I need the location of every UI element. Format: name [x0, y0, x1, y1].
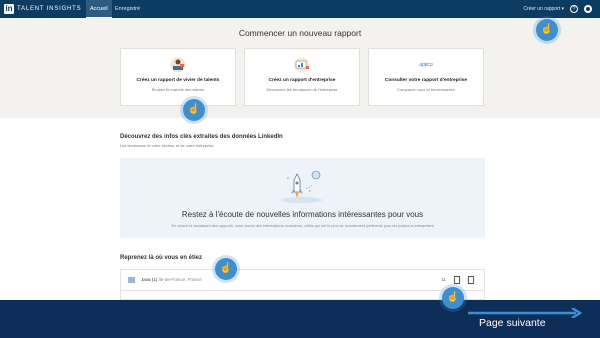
company-report-illustration-icon: [291, 57, 313, 73]
resume-section-title: Reprenez là où vous en étiez: [120, 255, 203, 261]
banner-description: En créant et visualisant des rapports, v…: [171, 224, 434, 228]
create-report-menu[interactable]: Créer un rapport ▾: [523, 0, 564, 18]
hand-pointer-icon: ☝: [183, 99, 205, 121]
help-icon[interactable]: ?: [570, 5, 578, 13]
hand-pointer-icon: ☝: [536, 19, 558, 41]
recent-report-label: Java (1) Île-de-France, France: [141, 277, 202, 282]
card-title: Créez un rapport de vivier de talents: [136, 78, 220, 83]
gear-icon[interactable]: [584, 5, 592, 13]
section-subtitle: Les tendances et votre secteur et de vot…: [120, 143, 214, 148]
recent-report-name: Java (1): [141, 277, 158, 282]
recent-report-count: 11: [441, 277, 446, 282]
card-subtitle: Étudiez le marché des talents: [151, 87, 205, 92]
uptico-brand-text: uptico: [419, 62, 433, 68]
insights-section: Découvrez des infos clés extraites des d…: [0, 118, 600, 300]
talent-pool-report-card[interactable]: Créez un rapport de vivier de talents Ét…: [120, 48, 236, 106]
card-title: Consulter votre rapport d'entreprise: [384, 78, 468, 83]
hand-pointer-icon: ☝: [442, 287, 464, 309]
company-report-card[interactable]: Créez un rapport d'entreprise Découvrez …: [244, 48, 360, 106]
next-page-button[interactable]: Page suivante: [479, 317, 546, 329]
bookmark-icon[interactable]: [454, 276, 460, 284]
top-navigation-bar: in TALENT INSIGHTS Accueil Enregistré Cr…: [0, 0, 600, 18]
insights-banner: Restez à l'écoute de nouvelles informati…: [120, 158, 485, 238]
banner-title: Restez à l'écoute de nouvelles informati…: [181, 210, 424, 219]
report-icon: [128, 277, 135, 283]
new-report-section: Commencer un nouveau rapport Créez un ra…: [0, 18, 600, 118]
page-title: Commencer un nouveau rapport: [238, 28, 362, 38]
card-title: Créez un rapport d'entreprise: [268, 78, 336, 83]
company-report-view-card[interactable]: uptico Consulter votre rapport d'entrepr…: [368, 48, 484, 106]
talent-insights-logo[interactable]: in TALENT INSIGHTS: [4, 4, 81, 14]
recent-report-row[interactable]: Java (1) Île-de-France, France 11: [120, 269, 485, 291]
tab-enregistre[interactable]: Enregistré: [115, 0, 140, 18]
recent-report-row[interactable]: [120, 291, 485, 300]
card-subtitle: Comparez-vous et benchmarkez: [397, 87, 455, 92]
linkedin-logo-icon: in: [4, 4, 14, 14]
card-subtitle: Découvrez les tendances de l'entreprise: [266, 87, 338, 92]
rocket-illustration-icon: [282, 170, 322, 203]
recent-report-location: Île-de-France, France: [158, 277, 202, 282]
brand-name: TALENT INSIGHTS: [17, 6, 82, 12]
footer-bar: Page suivante: [0, 300, 600, 338]
trash-icon[interactable]: [468, 276, 474, 284]
talent-pool-illustration-icon: [167, 57, 189, 73]
uptico-logo: uptico: [415, 57, 437, 73]
hand-pointer-icon: ☝: [215, 258, 237, 280]
section-title: Découvrez des infos clés extraites des d…: [120, 134, 283, 140]
tab-accueil[interactable]: Accueil: [86, 0, 112, 18]
